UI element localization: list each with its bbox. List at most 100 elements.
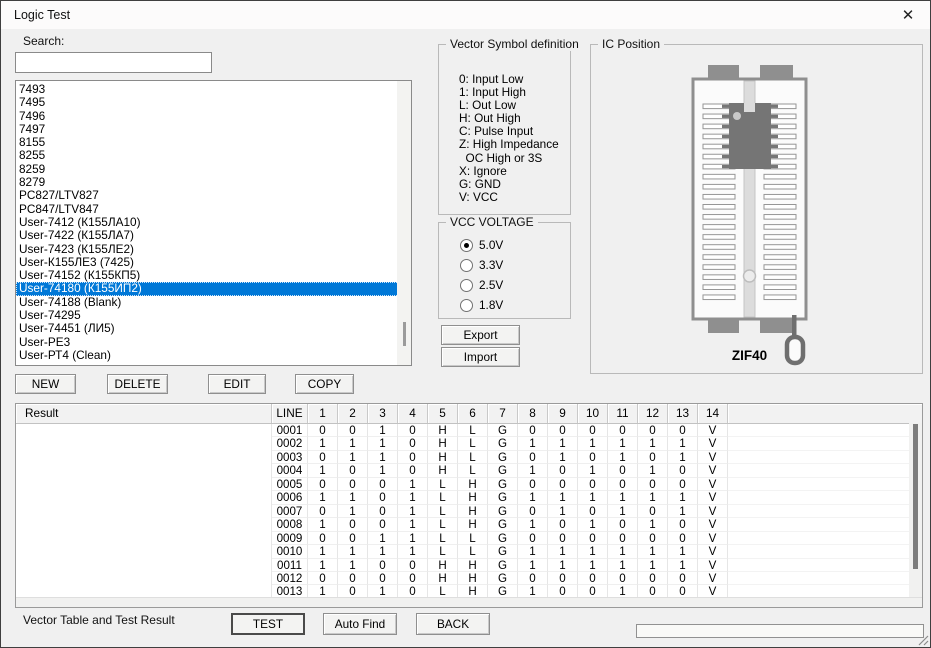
list-item[interactable]: 8255	[16, 149, 411, 162]
pin-cell: G	[488, 491, 518, 504]
table-vscrollbar-thumb[interactable]	[913, 424, 918, 569]
table-row[interactable]: 00021110HLG111111V	[16, 437, 922, 450]
list-item[interactable]: 7493	[16, 83, 411, 96]
pin-cell: 1	[608, 545, 638, 558]
radio-icon[interactable]	[460, 299, 473, 312]
table-row[interactable]: 00041010HLG101010V	[16, 464, 922, 477]
pin-cell: G	[488, 532, 518, 545]
table-row[interactable]: 00030110HLG010101V	[16, 451, 922, 464]
device-list-scrollbar[interactable]	[397, 81, 411, 365]
pin-cell: 0	[578, 505, 608, 518]
pin-cell: 0	[638, 572, 668, 585]
result-cell	[16, 437, 272, 450]
list-item[interactable]: 8279	[16, 176, 411, 189]
list-item[interactable]: User-7412 (К155ЛА10)	[16, 216, 411, 229]
list-item[interactable]: User-74180 (К155ИП2)	[16, 282, 405, 295]
pin-cell: G	[488, 424, 518, 437]
pin-cell: 1	[368, 545, 398, 558]
delete-button[interactable]: DELETE	[107, 374, 168, 394]
line-cell: 0006	[272, 491, 308, 504]
radio-icon[interactable]	[460, 259, 473, 272]
row-filler	[728, 451, 922, 464]
table-vscrollbar[interactable]	[909, 423, 922, 598]
list-item[interactable]: 7495	[16, 96, 411, 109]
vcc-option[interactable]: 1.8V	[460, 299, 570, 312]
pin-cell: 0	[398, 451, 428, 464]
search-input[interactable]	[15, 52, 212, 73]
list-item[interactable]: PC827/LTV827	[16, 189, 411, 202]
pin-cell: 1	[308, 437, 338, 450]
list-item[interactable]: User-74295	[16, 309, 411, 322]
table-hscrollbar[interactable]	[16, 597, 922, 607]
close-button[interactable]: ✕	[892, 4, 924, 26]
table-row[interactable]: 00010010HLG000000V	[16, 424, 922, 437]
pin-cell: 1	[518, 437, 548, 450]
list-item[interactable]: User-РТ4 (Clean)	[16, 349, 411, 362]
list-item[interactable]: User-К155ЛЕ3 (7425)	[16, 256, 411, 269]
pin-column-header: 10	[578, 404, 608, 423]
pin-cell: 1	[548, 505, 578, 518]
vcc-option[interactable]: 5.0V	[460, 239, 570, 252]
pin-cell: 1	[368, 464, 398, 477]
list-item[interactable]: 8259	[16, 163, 411, 176]
list-item[interactable]: User-74188 (Blank)	[16, 296, 411, 309]
pin-cell: 1	[548, 491, 578, 504]
new-button[interactable]: NEW	[15, 374, 76, 394]
line-column-header: LINE	[272, 404, 308, 423]
pin-cell: 0	[308, 532, 338, 545]
pin-cell: 0	[638, 478, 668, 491]
pin-cell: 1	[578, 518, 608, 531]
test-button[interactable]: TEST	[231, 613, 305, 635]
table-row[interactable]: 00111100HHG111111V	[16, 559, 922, 572]
list-item[interactable]: User-74152 (К155КП5)	[16, 269, 411, 282]
pin-cell: 0	[368, 505, 398, 518]
vcc-option[interactable]: 3.3V	[460, 259, 570, 272]
result-cell	[16, 559, 272, 572]
pin-cell: H	[428, 437, 458, 450]
pin-cell: 1	[668, 545, 698, 558]
row-filler	[728, 559, 922, 572]
pin-cell: 1	[638, 464, 668, 477]
pin-cell: 1	[308, 545, 338, 558]
pin-cell: 1	[638, 437, 668, 450]
line-cell: 0007	[272, 505, 308, 518]
pin-cell: 1	[338, 559, 368, 572]
edit-button[interactable]: EDIT	[208, 374, 266, 394]
table-row[interactable]: 00061101LHG111111V	[16, 491, 922, 504]
table-row[interactable]: 00081001LHG101010V	[16, 518, 922, 531]
device-list-scrollbar-thumb[interactable]	[403, 322, 406, 346]
list-item[interactable]: User-7423 (К155ЛЕ2)	[16, 243, 411, 256]
list-item[interactable]: 7497	[16, 123, 411, 136]
pin-cell: L	[428, 491, 458, 504]
pin-cell: 1	[668, 451, 698, 464]
resize-grip-icon[interactable]	[917, 634, 929, 646]
auto-find-button[interactable]: Auto Find	[323, 613, 397, 635]
device-list[interactable]: 74937495749674978155825582598279PC827/LT…	[15, 80, 412, 366]
table-row[interactable]: 00050001LHG000000V	[16, 478, 922, 491]
list-item[interactable]: User-РЕ3	[16, 336, 411, 349]
radio-icon[interactable]	[460, 239, 473, 252]
pin-cell: G	[488, 451, 518, 464]
import-button[interactable]: Import	[441, 347, 520, 367]
table-row[interactable]: 00070101LHG010101V	[16, 505, 922, 518]
pin-cell: 0	[368, 572, 398, 585]
list-item[interactable]: User-74451 (ЛИ5)	[16, 322, 411, 335]
radio-icon[interactable]	[460, 279, 473, 292]
radio-label: 2.5V	[479, 279, 503, 292]
list-item[interactable]: 8155	[16, 136, 411, 149]
pin-column-header: 6	[458, 404, 488, 423]
table-row[interactable]: 00120000HHG000000V	[16, 572, 922, 585]
table-row[interactable]: 00090011LLG000000V	[16, 532, 922, 545]
vcc-option[interactable]: 2.5V	[460, 279, 570, 292]
pin-cell: G	[488, 545, 518, 558]
list-item[interactable]: PC847/LTV847	[16, 203, 411, 216]
header-filler	[728, 404, 922, 423]
list-item[interactable]: User-7422 (К155ЛА7)	[16, 229, 411, 242]
copy-button[interactable]: COPY	[295, 374, 354, 394]
table-row[interactable]: 00101111LLG111111V	[16, 545, 922, 558]
pin-cell: 0	[578, 532, 608, 545]
export-button[interactable]: Export	[441, 325, 520, 345]
list-item[interactable]: 7496	[16, 110, 411, 123]
vector-table[interactable]: Result LINE 1234567891011121314 00010010…	[15, 403, 923, 608]
back-button[interactable]: BACK	[416, 613, 490, 635]
